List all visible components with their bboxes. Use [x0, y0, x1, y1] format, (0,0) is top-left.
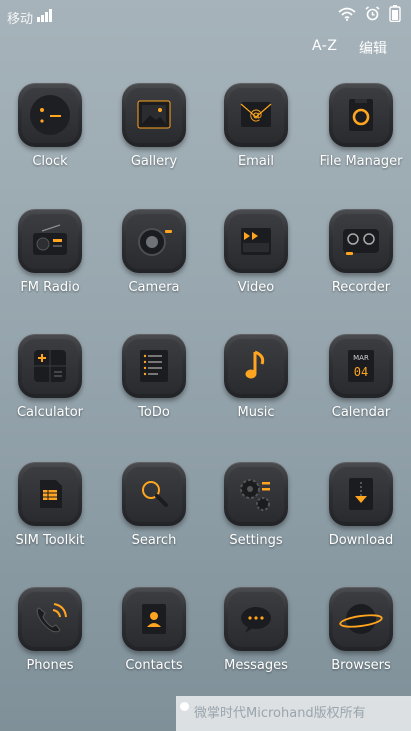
- signal-strength-icon: [37, 8, 52, 22]
- app-todo[interactable]: ToDo: [104, 334, 204, 420]
- sort-az-button[interactable]: A-Z: [312, 38, 337, 54]
- email-at-glyph: @: [250, 108, 263, 123]
- sim-card-icon: [18, 462, 82, 526]
- app-label: Settings: [229, 533, 283, 548]
- app-label: Gallery: [130, 154, 178, 169]
- status-bar: 移动: [0, 0, 411, 32]
- app-video[interactable]: Video: [206, 209, 306, 295]
- recorder-icon: [329, 209, 393, 273]
- app-calculator[interactable]: Calculator: [0, 334, 100, 420]
- app-label: Calendar: [331, 405, 391, 420]
- app-label: Calculator: [16, 405, 83, 420]
- app-label: File Manager: [319, 154, 403, 169]
- file-manager-icon: [329, 83, 393, 147]
- app-download[interactable]: Download: [311, 462, 411, 548]
- planet-browser-icon: [329, 587, 393, 651]
- app-label: Download: [328, 533, 394, 548]
- app-sim-toolkit[interactable]: SIM Toolkit: [0, 462, 100, 548]
- app-search[interactable]: Search: [104, 462, 204, 548]
- app-gallery[interactable]: Gallery: [104, 83, 204, 169]
- app-contacts[interactable]: Contacts: [104, 587, 204, 673]
- gear-icon: [224, 462, 288, 526]
- camera-icon: [122, 209, 186, 273]
- indicator-dot: [180, 702, 189, 711]
- clock-icon: [18, 83, 82, 147]
- battery-icon: [389, 5, 401, 22]
- alarm-icon: [365, 6, 380, 21]
- search-icon: [122, 462, 186, 526]
- calendar-day: 04: [354, 365, 368, 379]
- chat-bubble-icon: [224, 587, 288, 651]
- calendar-month: MAR: [353, 354, 369, 362]
- app-label: ToDo: [138, 405, 170, 420]
- app-label: Browsers: [331, 658, 391, 673]
- radio-icon: [18, 209, 82, 273]
- app-label: Email: [237, 154, 275, 169]
- app-label: Clock: [32, 154, 68, 169]
- app-phones[interactable]: Phones: [0, 587, 100, 673]
- app-camera[interactable]: Camera: [104, 209, 204, 295]
- todo-icon: [122, 334, 186, 398]
- app-recorder[interactable]: Recorder: [311, 209, 411, 295]
- app-settings[interactable]: Settings: [206, 462, 306, 548]
- app-file-manager[interactable]: File Manager: [311, 83, 411, 169]
- email-icon: @: [224, 83, 288, 147]
- app-calendar[interactable]: MAR 04 Calendar: [311, 334, 411, 420]
- gallery-icon: [122, 83, 186, 147]
- watermark-banner: 微掌时代Microhand版权所有: [176, 696, 411, 731]
- app-label: Video: [237, 280, 275, 295]
- download-icon: [329, 462, 393, 526]
- app-music[interactable]: Music: [206, 334, 306, 420]
- app-label: Contacts: [125, 658, 183, 673]
- app-label: Phones: [26, 658, 74, 673]
- calendar-icon: MAR 04: [329, 334, 393, 398]
- app-label: FM Radio: [20, 280, 80, 295]
- wifi-icon: [338, 7, 356, 21]
- app-clock[interactable]: Clock: [0, 83, 100, 169]
- app-fm-radio[interactable]: FM Radio: [0, 209, 100, 295]
- top-action-bar: A-Z 编辑: [0, 38, 411, 60]
- app-label: Messages: [224, 658, 288, 673]
- app-email[interactable]: @ Email: [206, 83, 306, 169]
- app-browsers[interactable]: Browsers: [311, 587, 411, 673]
- contacts-icon: [122, 587, 186, 651]
- edit-button[interactable]: 编辑: [359, 38, 387, 58]
- watermark-text: 微掌时代Microhand版权所有: [194, 706, 366, 721]
- app-label: Music: [237, 405, 275, 420]
- app-label: SIM Toolkit: [15, 533, 85, 548]
- calculator-icon: [18, 334, 82, 398]
- carrier-name: 移动: [7, 12, 34, 27]
- app-label: Search: [131, 533, 177, 548]
- app-messages[interactable]: Messages: [206, 587, 306, 673]
- music-note-icon: [224, 334, 288, 398]
- app-label: Recorder: [331, 280, 391, 295]
- video-icon: [224, 209, 288, 273]
- app-label: Camera: [128, 280, 180, 295]
- phone-icon: [18, 587, 82, 651]
